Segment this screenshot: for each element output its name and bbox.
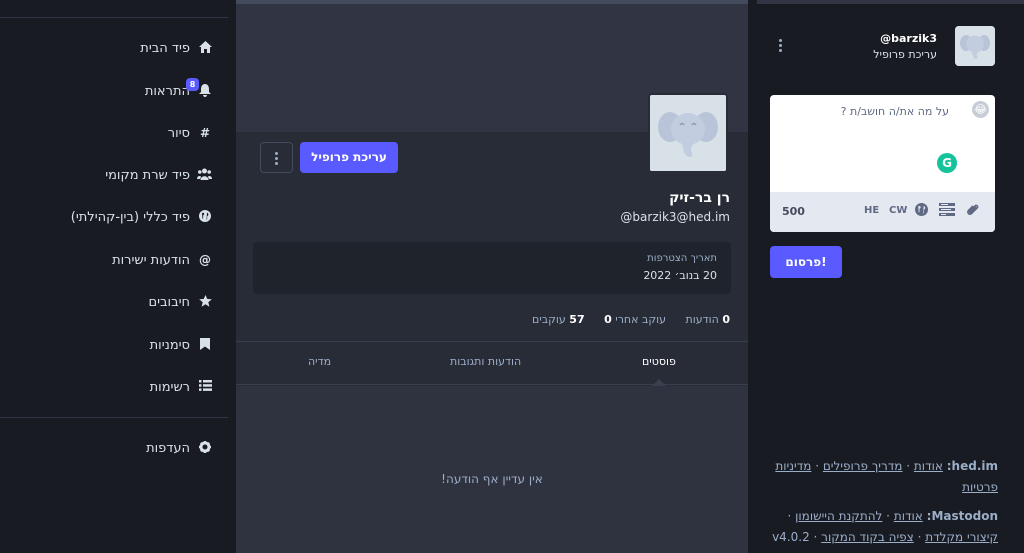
nav-label: סיור — [167, 125, 190, 141]
column-topline — [757, 0, 1024, 4]
nav-label: התראות — [144, 83, 190, 99]
compose-placeholder: על מה את/ה חושב/ת ? — [840, 105, 949, 118]
nav-label: רשימות — [149, 379, 190, 395]
compose-textarea[interactable]: על מה את/ה חושב/ת ? 😂 G 500 HE CW — [770, 95, 995, 232]
language-button[interactable]: HE — [864, 205, 879, 216]
nav-divider-top — [0, 17, 228, 18]
stat-following[interactable]: עוקב אחרי 0 — [604, 313, 666, 326]
profile-tabs: פוסטים הודעות ותגובות מדיה — [236, 341, 748, 386]
footer-version: v4.0.2 — [772, 530, 810, 544]
stat-followers-label: עוקבים — [531, 313, 566, 326]
compose-panel: @barzik3 עריכת פרופיל על מה את/ה חושב/ת … — [757, 0, 1024, 553]
character-counter: 500 — [782, 205, 805, 218]
stat-posts-label: הודעות — [685, 313, 719, 326]
footer-get-app-link[interactable]: להתקנת היישומון — [795, 509, 882, 523]
notification-badge: 8 — [186, 78, 199, 91]
stat-followers[interactable]: 57 עוקבים — [532, 313, 585, 326]
nav-label: פיד הבית — [140, 40, 190, 56]
stat-following-label: עוקב אחרי — [615, 313, 667, 326]
attachment-paperclip-icon[interactable] — [966, 203, 979, 220]
hashtag-icon: # — [199, 126, 211, 140]
footer-profiles-directory-link[interactable]: מדריך פרופילים — [823, 459, 903, 473]
nav-label: העדפות — [146, 440, 190, 456]
star-icon — [198, 295, 212, 309]
profile-stats: 0 הודעות עוקב אחרי 0 57 עוקבים — [516, 313, 730, 326]
tab-media[interactable]: מדיה — [308, 355, 331, 368]
visibility-globe-icon[interactable] — [915, 203, 928, 219]
nav-item-notifications[interactable]: 8 התראות — [144, 78, 212, 101]
nav-item-preferences[interactable]: העדפות — [146, 438, 212, 458]
elephant-avatar-icon — [955, 26, 995, 66]
nav-label: סימניות — [149, 337, 190, 353]
profile-avatar[interactable] — [648, 93, 728, 173]
publish-button[interactable]: פרסום! — [770, 246, 842, 278]
nav-label: חיבובים — [148, 294, 190, 310]
nav-item-home[interactable]: פיד הבית — [140, 38, 212, 58]
edit-profile-button[interactable]: עריכת פרופיל — [300, 142, 398, 173]
compose-toolbar: 500 HE CW — [770, 192, 995, 232]
elephant-avatar-icon — [650, 95, 726, 171]
profile-more-button[interactable] — [260, 142, 293, 173]
nav-item-favourites[interactable]: חיבובים — [148, 292, 212, 312]
emoji-picker-icon[interactable]: 😂 — [972, 101, 989, 118]
column-topline — [236, 0, 748, 4]
footer-links: hed.im: אודות · מדריך פרופילים · מדיניות… — [766, 456, 998, 548]
profile-account-handle: @barzik3@hed.im — [620, 210, 730, 224]
nav-divider-bottom — [0, 417, 228, 418]
nav-item-bookmarks[interactable]: סימניות — [150, 335, 212, 355]
active-tab-indicator — [652, 379, 666, 386]
footer-keyboard-shortcuts-link[interactable]: קיצורי מקלדת — [925, 530, 998, 544]
nav-item-explore[interactable]: # סיור — [168, 123, 212, 143]
footer-about-link[interactable]: אודות — [914, 459, 943, 473]
compose-menu-icon[interactable] — [777, 38, 783, 54]
content-warning-button[interactable]: CW — [889, 205, 907, 216]
nav-item-lists[interactable]: רשימות — [150, 377, 212, 397]
grammarly-icon[interactable]: G — [937, 153, 957, 173]
kebab-icon — [261, 143, 292, 165]
footer-about-mastodon-link[interactable]: אודות — [894, 509, 923, 523]
joined-date: 20 בנוב׳ 2022 — [643, 269, 717, 282]
profile-display-name: רן בר-זיק — [669, 190, 730, 206]
footer-mastodon-row: Mastodon: אודות · להתקנת היישומון · קיצו… — [772, 509, 998, 544]
poll-icon[interactable] — [939, 203, 955, 219]
profile-joined-box: תאריך הצטרפות 20 בנוב׳ 2022 — [253, 242, 731, 294]
footer-site-name: hed.im: — [946, 459, 998, 473]
tab-posts-and-replies[interactable]: הודעות ותגובות — [450, 355, 521, 368]
nav-item-federated-feed[interactable]: פיד כללי (בין-קהילתי) — [71, 207, 212, 227]
list-icon — [198, 380, 212, 394]
nav-item-direct-messages[interactable]: @ הודעות ישירות — [112, 250, 212, 270]
nav-item-local-feed[interactable]: פיד שרת מקומי — [105, 165, 212, 185]
footer-mastodon-label: Mastodon: — [926, 509, 998, 523]
empty-timeline-message: אין עדיין אף הודעה! — [441, 472, 543, 486]
globe-icon — [198, 210, 212, 224]
stat-posts[interactable]: 0 הודעות — [686, 313, 730, 326]
footer-site-row: hed.im: אודות · מדריך פרופילים · מדיניות… — [775, 459, 998, 494]
user-avatar[interactable] — [955, 26, 995, 66]
home-icon — [198, 41, 212, 55]
bell-icon: 8 — [186, 78, 212, 98]
at-icon: @ — [199, 253, 211, 267]
navigation-panel: פיד הבית 8 התראות # סיור פיד שרת מקומי פ… — [0, 0, 228, 553]
gear-icon — [198, 441, 212, 455]
user-handle: @barzik3 — [880, 32, 937, 45]
bookmark-icon — [198, 338, 212, 352]
nav-label: פיד שרת מקומי — [105, 167, 190, 183]
joined-label: תאריך הצטרפות — [647, 253, 717, 264]
footer-source-code-link[interactable]: צפיה בקוד המקור — [821, 530, 914, 544]
edit-profile-link[interactable]: עריכת פרופיל — [873, 48, 937, 61]
stat-following-count: 0 — [604, 313, 612, 326]
nav-label: הודעות ישירות — [112, 252, 190, 268]
nav-label: פיד כללי (בין-קהילתי) — [70, 209, 190, 225]
timeline-empty-area: אין עדיין אף הודעה! — [236, 386, 748, 553]
stat-followers-count: 57 — [569, 313, 585, 326]
tab-posts[interactable]: פוסטים — [642, 355, 676, 368]
users-icon — [197, 168, 212, 182]
profile-column: עריכת פרופיל רן בר-זיק @barzik3@hed.im ת… — [236, 0, 748, 553]
stat-posts-count: 0 — [722, 313, 730, 326]
